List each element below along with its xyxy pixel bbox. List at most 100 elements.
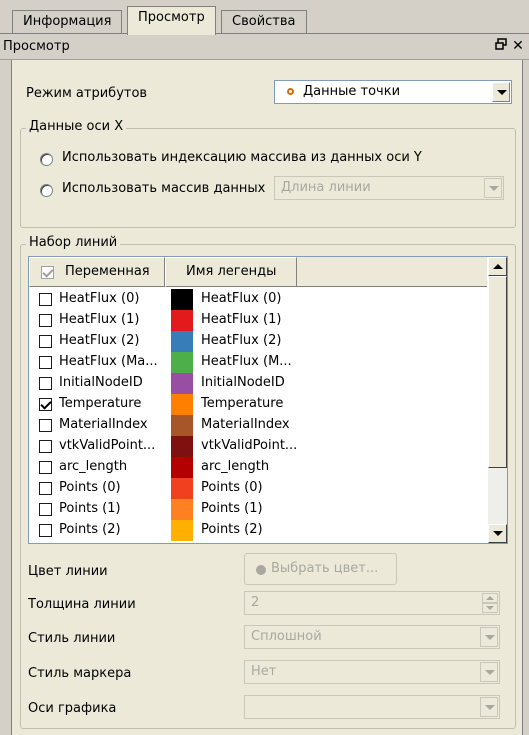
row-checkbox[interactable] (39, 335, 52, 348)
spin-buttons[interactable] (482, 593, 498, 613)
row-color-swatch[interactable] (171, 436, 193, 457)
dock-header: Просмотр ✕ (0, 34, 529, 60)
column-header-legend-label: Имя легенды (186, 264, 277, 279)
line-set-row[interactable]: HeatFlux (0) HeatFlux (0) (29, 289, 469, 310)
row-color-swatch[interactable] (171, 289, 193, 310)
row-checkbox[interactable] (39, 440, 52, 453)
chevron-down-icon[interactable] (492, 82, 510, 102)
row-checkbox[interactable] (39, 377, 52, 390)
row-color-swatch[interactable] (171, 478, 193, 499)
row-checkbox[interactable] (39, 482, 52, 495)
point-data-icon (287, 88, 294, 95)
row-legend[interactable]: vtkValidPoint... (201, 438, 297, 453)
row-legend[interactable]: Points (0) (201, 480, 263, 495)
attribute-mode-select[interactable]: Данные точки (274, 80, 512, 104)
row-legend[interactable]: HeatFlux (M... (201, 354, 292, 369)
marker-style-select[interactable]: Нет (244, 660, 500, 684)
row-variable: HeatFlux (Ma... (59, 354, 158, 369)
line-thickness-spinbox[interactable]: 2 (244, 591, 500, 615)
line-set-row[interactable]: HeatFlux (Ma... HeatFlux (M... (29, 352, 469, 373)
select-all-checkbox[interactable] (41, 266, 54, 279)
line-set-row[interactable]: InitialNodeID InitialNodeID (29, 373, 469, 394)
line-set-row[interactable]: HeatFlux (2) HeatFlux (2) (29, 331, 469, 352)
row-color-swatch[interactable] (171, 352, 193, 373)
chevron-down-icon[interactable] (480, 662, 498, 682)
row-variable: InitialNodeID (59, 375, 143, 390)
spin-down-icon[interactable] (482, 603, 498, 613)
dock-title: Просмотр (3, 39, 70, 54)
row-color-swatch[interactable] (171, 373, 193, 394)
column-header-filler (297, 257, 487, 287)
list-scrollbar[interactable] (488, 257, 507, 543)
close-icon[interactable]: ✕ (510, 37, 526, 55)
row-color-swatch[interactable] (171, 331, 193, 352)
row-legend[interactable]: InitialNodeID (201, 375, 285, 390)
row-color-swatch[interactable] (171, 394, 193, 415)
row-checkbox[interactable] (39, 293, 52, 306)
chart-axes-select[interactable] (244, 695, 500, 719)
row-variable: Points (1) (59, 501, 121, 516)
line-set-list[interactable]: Переменная Имя легенды HeatFlux (0) HeatF… (28, 256, 508, 544)
marker-style-label: Стиль маркера (28, 666, 132, 681)
chevron-down-icon[interactable] (480, 697, 498, 717)
column-header-legend[interactable]: Имя легенды (165, 257, 297, 287)
scroll-up-icon[interactable] (488, 257, 507, 276)
line-style-select[interactable]: Сплошной (244, 625, 500, 649)
row-color-swatch[interactable] (171, 499, 193, 520)
column-header-variable[interactable]: Переменная (29, 257, 165, 287)
x-axis-group-title: Данные оси X (26, 119, 127, 134)
row-legend[interactable]: HeatFlux (1) (201, 312, 281, 327)
row-legend[interactable]: MaterialIndex (201, 417, 290, 432)
line-set-row[interactable]: Points (0) Points (0) (29, 478, 469, 499)
line-set-row[interactable]: MaterialIndex MaterialIndex (29, 415, 469, 436)
row-legend[interactable]: Points (1) (201, 501, 263, 516)
view-panel: Режим атрибутов Данные точки Данные оси … (11, 60, 523, 735)
scroll-down-icon[interactable] (488, 524, 507, 543)
x-array-value: Длина линии (281, 180, 371, 195)
chart-axes-label: Оси графика (28, 701, 117, 716)
row-legend[interactable]: Points (2) (201, 522, 263, 537)
scroll-thumb[interactable] (488, 276, 507, 468)
row-checkbox[interactable] (39, 314, 52, 327)
attribute-mode-label: Режим атрибутов (26, 86, 148, 101)
chevron-down-icon[interactable] (484, 178, 502, 198)
x-array-select[interactable]: Длина линии (274, 176, 504, 200)
row-legend[interactable]: HeatFlux (0) (201, 291, 281, 306)
choose-color-button[interactable]: Выбрать цвет... (244, 553, 397, 585)
row-color-swatch[interactable] (171, 310, 193, 331)
radio-index-from-y[interactable] (40, 153, 53, 166)
row-color-swatch[interactable] (171, 520, 193, 541)
line-set-group-title: Набор линий (26, 235, 121, 250)
row-legend[interactable]: HeatFlux (2) (201, 333, 281, 348)
tab-view[interactable]: Просмотр (127, 6, 216, 35)
row-legend[interactable]: Temperature (201, 396, 283, 411)
line-thickness-label: Толщина линии (28, 597, 136, 612)
attribute-mode-value: Данные точки (303, 84, 401, 99)
chevron-down-icon[interactable] (480, 627, 498, 647)
row-color-swatch[interactable] (171, 457, 193, 478)
row-checkbox[interactable] (39, 503, 52, 516)
row-legend[interactable]: arc_length (201, 459, 269, 474)
tab-information[interactable]: Информация (12, 10, 123, 34)
line-set-row[interactable]: Points (1) Points (1) (29, 499, 469, 520)
line-set-row[interactable]: Temperature Temperature (29, 394, 469, 415)
spin-up-icon[interactable] (482, 593, 498, 603)
row-checkbox[interactable] (39, 419, 52, 432)
radio-use-array[interactable] (40, 184, 53, 197)
tab-strip: Информация Просмотр Свойства (0, 0, 529, 35)
line-set-row[interactable]: vtkValidPoint... vtkValidPoint... (29, 436, 469, 457)
row-checkbox[interactable] (39, 461, 52, 474)
line-set-row[interactable]: HeatFlux (1) HeatFlux (1) (29, 310, 469, 331)
tab-properties[interactable]: Свойства (221, 10, 307, 34)
row-variable: HeatFlux (1) (59, 312, 140, 327)
row-checkbox[interactable] (39, 524, 52, 537)
line-set-row[interactable]: arc_length arc_length (29, 457, 469, 478)
row-checkbox[interactable] (39, 398, 52, 411)
row-color-swatch[interactable] (171, 415, 193, 436)
float-icon[interactable] (493, 37, 509, 55)
row-checkbox[interactable] (39, 356, 52, 369)
line-set-row[interactable]: Points (2) Points (2) (29, 520, 469, 541)
line-thickness-value: 2 (251, 595, 260, 610)
line-color-label: Цвет линии (28, 564, 108, 579)
radio-use-array-label: Использовать массив данных (62, 181, 266, 196)
